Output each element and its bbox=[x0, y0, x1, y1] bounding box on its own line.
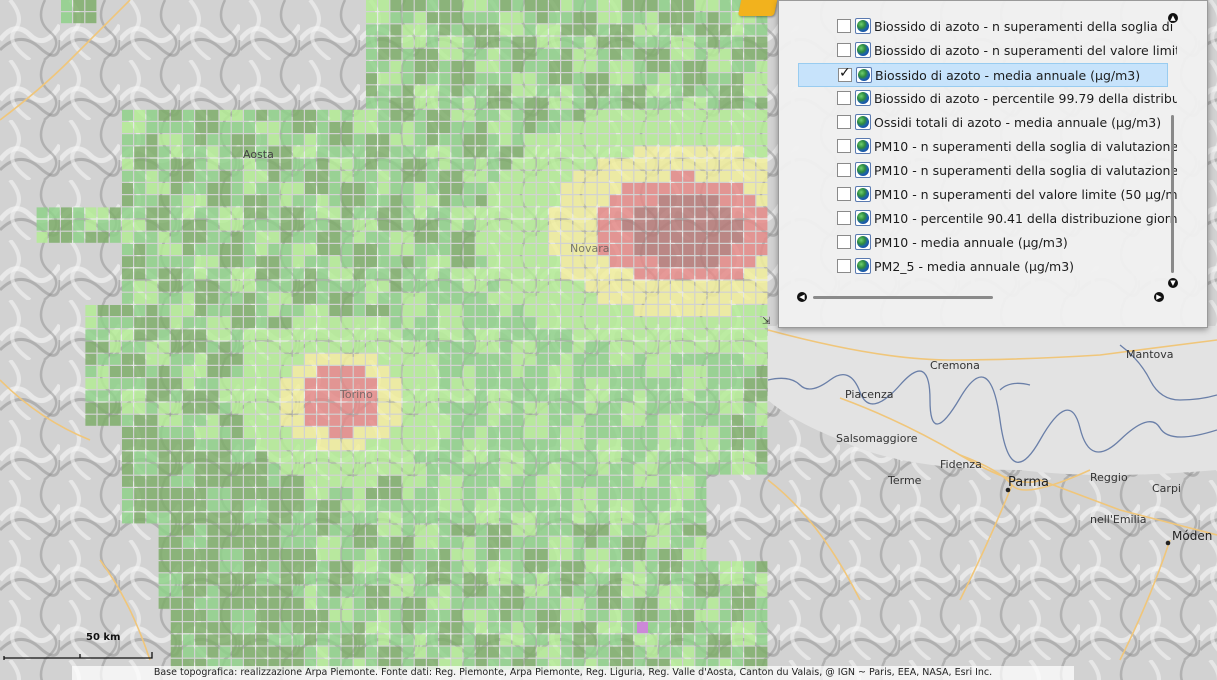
vertical-scrollbar-thumb[interactable] bbox=[1171, 115, 1174, 273]
horizontal-scrollbar-thumb[interactable] bbox=[813, 296, 993, 299]
layer-label: Biossido di azoto - media annuale (µg/m3… bbox=[875, 67, 1141, 83]
globe-icon bbox=[855, 138, 871, 154]
scroll-up-icon[interactable]: ▲ bbox=[1168, 13, 1178, 23]
place-salsomaggiore: Salsomaggiore bbox=[836, 432, 918, 445]
globe-icon bbox=[855, 162, 871, 178]
layer-label: PM2_5 - media annuale (µg/m3) bbox=[874, 258, 1075, 274]
layer-panel[interactable]: Biossido di azoto - n superamenti della … bbox=[778, 0, 1208, 328]
layer-item[interactable]: Biossido di azoto - percentile 99.79 del… bbox=[797, 87, 1177, 109]
layer-item[interactable]: Biossido di azoto - media annuale (µg/m3… bbox=[798, 63, 1168, 87]
layer-list: Biossido di azoto - n superamenti della … bbox=[779, 11, 1189, 281]
layer-item[interactable]: PM10 - n superamenti del valore limite (… bbox=[797, 183, 1177, 205]
layer-item[interactable]: Biossido di azoto - n superamenti della … bbox=[797, 15, 1177, 37]
place-terme: Terme bbox=[887, 474, 922, 487]
layer-label: PM10 - n superamenti della soglia di val… bbox=[874, 162, 1177, 178]
place-piacenza: Piacenza bbox=[845, 388, 894, 401]
place-parma: Parma bbox=[1008, 475, 1049, 490]
place-modena: Móden bbox=[1172, 529, 1212, 543]
scroll-down-icon[interactable]: ▼ bbox=[1168, 278, 1178, 288]
place-carpi: Carpi bbox=[1152, 482, 1181, 495]
layer-checkbox[interactable] bbox=[837, 115, 851, 129]
layer-label: Biossido di azoto - percentile 99.79 del… bbox=[874, 90, 1177, 106]
layer-label: Biossido di azoto - n superamenti della … bbox=[874, 18, 1177, 34]
layer-checkbox[interactable] bbox=[837, 259, 851, 273]
globe-icon bbox=[855, 186, 871, 202]
place-reggio: Reggio bbox=[1090, 471, 1128, 484]
place-novara: Novara bbox=[570, 242, 609, 255]
globe-icon bbox=[855, 18, 871, 34]
layer-item[interactable]: PM10 - n superamenti della soglia di val… bbox=[797, 159, 1177, 181]
layer-label: PM10 - media annuale (µg/m3) bbox=[874, 234, 1068, 250]
layer-checkbox[interactable] bbox=[837, 43, 851, 57]
attribution-bar: Base topografica: realizzazione Arpa Pie… bbox=[72, 666, 1074, 680]
layer-item[interactable]: PM10 - percentile 90.41 della distribuzi… bbox=[797, 207, 1177, 229]
globe-icon bbox=[855, 234, 871, 250]
layer-item[interactable]: Biossido di azoto - n superamenti del va… bbox=[797, 39, 1177, 61]
layer-checkbox[interactable] bbox=[837, 19, 851, 33]
place-fidenza: Fidenza bbox=[940, 458, 982, 471]
globe-icon bbox=[855, 114, 871, 130]
place-modena-dot bbox=[1165, 540, 1171, 546]
layer-checkbox[interactable] bbox=[837, 163, 851, 177]
layer-label: PM10 - n superamenti della soglia di val… bbox=[874, 138, 1177, 154]
globe-icon bbox=[855, 258, 871, 274]
layer-label: PM10 - percentile 90.41 della distribuzi… bbox=[874, 210, 1177, 226]
layer-checkbox[interactable] bbox=[837, 211, 851, 225]
layer-item[interactable]: Ossidi totali di azoto - media annuale (… bbox=[797, 111, 1177, 133]
place-parma-dot bbox=[1005, 487, 1011, 493]
layer-checkbox[interactable] bbox=[837, 235, 851, 249]
globe-icon bbox=[856, 67, 872, 83]
layer-item[interactable]: PM10 - media annuale (µg/m3) bbox=[797, 231, 1177, 253]
resize-handle-icon[interactable]: ⇲ bbox=[762, 316, 770, 327]
layer-checkbox[interactable] bbox=[837, 91, 851, 105]
layer-checkbox[interactable] bbox=[838, 65, 852, 82]
scale-label: 50 km bbox=[86, 632, 121, 643]
place-nell-emilia: nell'Emilia bbox=[1090, 513, 1146, 526]
scroll-left-icon[interactable]: ◀ bbox=[797, 292, 807, 302]
layer-checkbox[interactable] bbox=[837, 187, 851, 201]
place-torino: Torino bbox=[339, 388, 373, 401]
note-icon[interactable] bbox=[737, 0, 779, 16]
layer-label: Biossido di azoto - n superamenti del va… bbox=[874, 42, 1177, 58]
place-cremona: Cremona bbox=[930, 359, 980, 372]
layer-label: PM10 - n superamenti del valore limite (… bbox=[874, 186, 1177, 202]
place-mantova: Mantova bbox=[1126, 348, 1174, 361]
layer-label: Ossidi totali di azoto - media annuale (… bbox=[874, 114, 1162, 130]
globe-icon bbox=[855, 90, 871, 106]
layer-checkbox[interactable] bbox=[837, 139, 851, 153]
layer-item[interactable]: PM2_5 - media annuale (µg/m3) bbox=[797, 255, 1177, 277]
place-aosta: Aosta bbox=[243, 148, 274, 161]
globe-icon bbox=[855, 210, 871, 226]
scroll-right-icon[interactable]: ▶ bbox=[1154, 292, 1164, 302]
globe-icon bbox=[855, 42, 871, 58]
layer-item[interactable]: PM10 - n superamenti della soglia di val… bbox=[797, 135, 1177, 157]
